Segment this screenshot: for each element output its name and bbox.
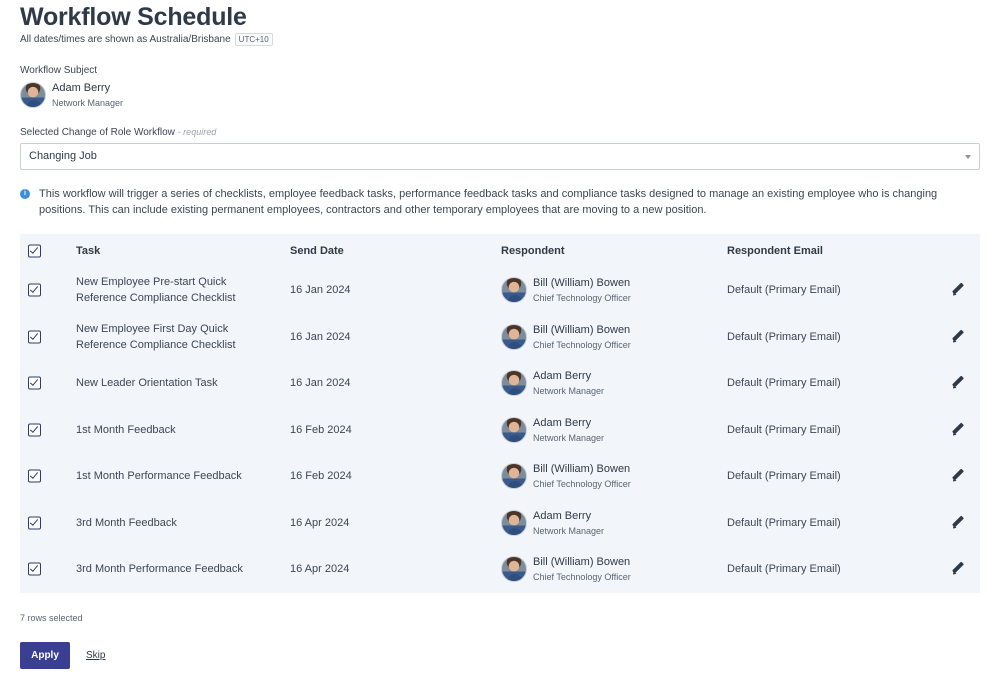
send-date: 16 Apr 2024 (290, 563, 350, 576)
column-header-respondent: Respondent (501, 244, 565, 257)
respondent: Adam Berry Network Manager (501, 370, 605, 397)
row-checkbox[interactable] (28, 423, 41, 437)
table-row: 1st Month Feedback 16 Feb 2024 Adam Berry N… (20, 407, 980, 454)
apply-button[interactable]: Apply (20, 642, 70, 669)
task-name: 3rd Month Feedback (76, 516, 177, 529)
respondent-email: Default (Primary Email) (727, 563, 841, 576)
respondent-email: Default (Primary Email) (727, 516, 841, 529)
pencil-icon[interactable] (951, 469, 965, 483)
respondent-name: Adam Berry (533, 370, 592, 383)
respondent-role: Chief Technology Officer (533, 293, 631, 304)
pencil-icon[interactable] (951, 330, 965, 344)
respondent-name: Adam Berry (533, 509, 592, 522)
task-name: New Employee Pre-start Quick Reference C… (76, 276, 236, 305)
avatar (501, 370, 527, 397)
respondent: Bill (William) Bowen Chief Technology Off… (501, 323, 631, 350)
avatar (501, 556, 527, 583)
table-row: New Employee First Day Quick Reference C… (20, 314, 980, 361)
row-checkbox[interactable] (28, 330, 41, 344)
workflow-select-value: Changing Job (29, 150, 97, 162)
respondent-email: Default (Primary Email) (727, 470, 841, 483)
column-header-respondent-email: Respondent Email (727, 244, 823, 257)
chevron-down-icon (965, 155, 971, 159)
table-row: 3rd Month Performance Feedback 16 Apr 202… (20, 546, 980, 593)
page-title: Workflow Schedule (20, 3, 247, 31)
respondent: Adam Berry Network Manager (501, 509, 605, 536)
send-date: 16 Jan 2024 (290, 330, 351, 343)
table-row: 1st Month Performance Feedback 16 Feb 202… (20, 453, 980, 500)
info-text: This workflow will trigger a series of c… (39, 188, 938, 216)
avatar (501, 509, 527, 536)
skip-link[interactable]: Skip (86, 650, 105, 661)
subject-label: Workflow Subject (20, 65, 98, 76)
avatar (501, 323, 527, 350)
task-name: 3rd Month Performance Feedback (76, 563, 243, 576)
column-header-send-date: Send Date (290, 244, 344, 257)
respondent-email: Default (Primary Email) (727, 330, 841, 343)
table-row: 3rd Month Feedback 16 Apr 2024 Adam Berry N… (20, 500, 980, 547)
respondent: Bill (William) Bowen Chief Technology Off… (501, 463, 631, 490)
subject-name: Adam Berry (52, 82, 111, 94)
respondent-role: Network Manager (533, 386, 605, 397)
required-note: - required (177, 127, 217, 137)
workflow-select-label: Selected Change of Role Workflow - requi… (20, 127, 216, 138)
respondent-name: Bill (William) Bowen (533, 556, 631, 569)
task-name: 1st Month Feedback (76, 423, 176, 436)
pencil-icon[interactable] (951, 423, 965, 437)
timezone-text: All dates/times are shown as Australia/B… (20, 34, 231, 45)
subject-role: Network Manager (52, 98, 124, 108)
timezone-badge: UTC+10 (234, 33, 273, 46)
avatar (501, 416, 527, 443)
avatar (20, 82, 46, 108)
send-date: 16 Feb 2024 (290, 423, 352, 436)
respondent-name: Bill (William) Bowen (533, 323, 631, 336)
send-date: 16 Jan 2024 (290, 377, 351, 390)
timezone-note: All dates/times are shown as Australia/B… (20, 33, 273, 46)
respondent-role: Chief Technology Officer (533, 479, 631, 490)
column-header-task: Task (76, 244, 101, 257)
respondent: Bill (William) Bowen Chief Technology Off… (501, 556, 631, 583)
row-checkbox[interactable] (28, 376, 41, 390)
respondent: Adam Berry Network Manager (501, 416, 605, 443)
row-checkbox[interactable] (28, 562, 41, 576)
respondent-role: Network Manager (533, 432, 605, 443)
send-date: 16 Apr 2024 (290, 516, 350, 529)
send-date: 16 Feb 2024 (290, 470, 352, 483)
pencil-icon[interactable] (951, 283, 965, 297)
row-checkbox[interactable] (28, 516, 41, 530)
avatar (501, 463, 527, 490)
respondent-email: Default (Primary Email) (727, 423, 841, 436)
workflow-table: Task Send Date Respondent Respondent Ema… (20, 234, 980, 593)
send-date: 16 Jan 2024 (290, 284, 351, 297)
respondent-name: Adam Berry (533, 416, 592, 429)
task-name: New Leader Orientation Task (76, 377, 218, 390)
respondent: Bill (William) Bowen Chief Technology Off… (501, 277, 631, 304)
respondent-name: Bill (William) Bowen (533, 463, 631, 476)
respondent-email: Default (Primary Email) (727, 284, 841, 297)
respondent-role: Chief Technology Officer (533, 572, 631, 583)
workflow-select-label-text: Selected Change of Role Workflow (20, 127, 175, 138)
avatar (501, 277, 527, 304)
table-row: New Leader Orientation Task 16 Jan 2024 Ad… (20, 360, 980, 407)
select-all-checkbox[interactable] (28, 244, 41, 257)
info-message: i This workflow will trigger a series of… (20, 186, 980, 218)
row-checkbox[interactable] (28, 283, 41, 297)
respondent-name: Bill (William) Bowen (533, 277, 631, 290)
respondent-role: Chief Technology Officer (533, 339, 631, 350)
respondent-email: Default (Primary Email) (727, 377, 841, 390)
table-row: New Employee Pre-start Quick Reference C… (20, 267, 980, 314)
pencil-icon[interactable] (951, 376, 965, 390)
pencil-icon[interactable] (951, 516, 965, 530)
info-icon: i (20, 189, 30, 199)
workflow-select[interactable]: Changing Job (20, 143, 980, 170)
task-name: 1st Month Performance Feedback (76, 470, 242, 483)
respondent-role: Network Manager (533, 525, 605, 536)
rows-selected-count: 7 rows selected (20, 613, 83, 623)
table-header: Task Send Date Respondent Respondent Ema… (20, 234, 980, 267)
row-checkbox[interactable] (28, 469, 41, 483)
workflow-subject: Adam Berry Network Manager (20, 81, 123, 108)
pencil-icon[interactable] (951, 562, 965, 576)
task-name: New Employee First Day Quick Reference C… (76, 322, 236, 351)
